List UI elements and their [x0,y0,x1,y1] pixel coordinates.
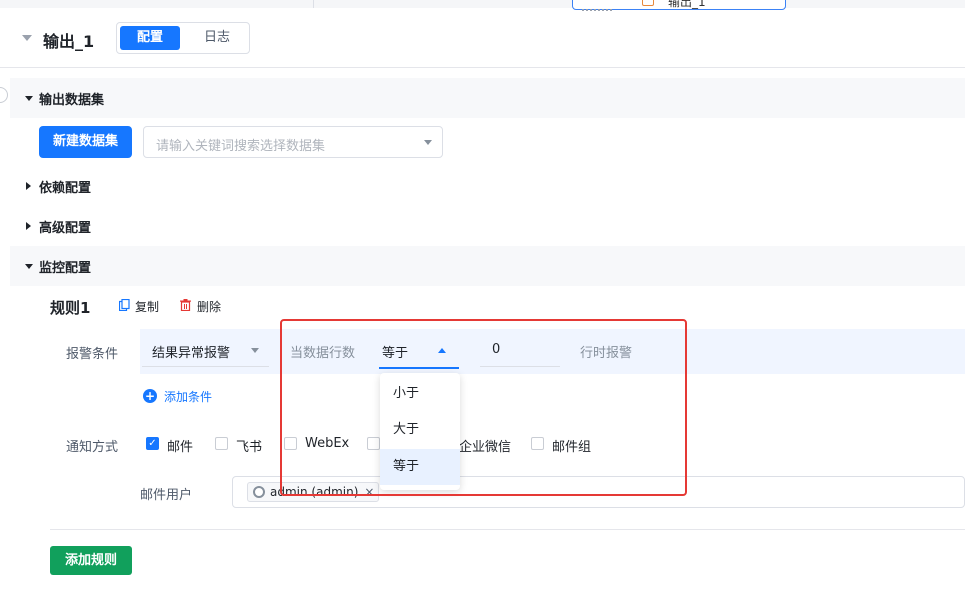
chevron-up-icon [438,348,446,353]
rule-divider [50,529,965,530]
condition-metric: 当数据行数 [290,346,356,361]
copy-button[interactable]: 复制 [135,298,159,315]
canvas-divider [313,0,314,8]
add-rule-button[interactable]: 添加规则 [50,546,132,575]
checkbox-webex-label[interactable]: WebEx [305,436,349,451]
caret-right-icon[interactable] [26,222,31,230]
checkbox-feishu-label[interactable]: 飞书 [236,436,262,455]
copy-icon[interactable] [119,299,130,311]
avatar [253,486,265,498]
checkbox-email-label[interactable]: 邮件 [167,436,193,455]
canvas-strip [0,0,965,8]
delete-button[interactable]: 删除 [197,298,221,315]
collapse-caret-icon[interactable] [22,35,32,41]
caret-down-icon[interactable] [25,96,33,101]
condition-type-select[interactable]: 结果异常报警 [142,335,269,367]
operator-dropdown: 小于 大于 等于 [380,373,460,490]
section-title-dependency[interactable]: 依赖配置 [39,177,91,196]
checkbox-mail-group[interactable] [531,437,544,450]
section-title-output-dataset: 输出数据集 [39,93,105,108]
canvas-node-label: 输出_1 [668,0,706,9]
checkbox-wecom-label[interactable]: 企业微信 [459,436,511,455]
rule-title: 规则1 [50,299,91,317]
user-tag-label: admin (admin) [270,485,359,499]
tab-log[interactable]: 日志 [187,26,247,50]
new-dataset-button[interactable]: 新建数据集 [39,126,132,158]
tab-config[interactable]: 配置 [120,26,180,50]
section-output-dataset-header[interactable] [10,78,965,118]
chevron-down-icon [251,348,259,353]
checkbox-mail-group-label[interactable]: 邮件组 [552,436,591,455]
section-title-monitor: 监控配置 [39,261,92,276]
threshold-value: 0 [492,342,501,357]
tab-group: 配置 日志 [116,22,250,54]
checkbox-webex[interactable] [284,437,297,450]
close-icon[interactable]: × [364,483,374,501]
condition-type-value: 结果异常报警 [152,346,231,361]
drag-handle-icon[interactable] [582,9,612,13]
chevron-down-icon [424,140,432,145]
output-node-icon [642,0,654,6]
caret-right-icon[interactable] [26,182,31,190]
panel-title: 输出_1 [43,32,95,51]
add-condition-button[interactable]: 添加条件 [164,388,212,405]
threshold-input[interactable]: 0 [480,335,560,367]
plus-circle-icon[interactable]: + [143,389,157,403]
caret-down-icon[interactable] [25,264,33,269]
notify-method-label: 通知方式 [66,440,119,455]
mail-users-label: 邮件用户 [140,488,193,503]
operator-value: 等于 [382,346,409,361]
operator-select[interactable]: 等于 [379,335,459,369]
trash-icon[interactable] [180,299,191,311]
mail-users-select[interactable]: admin (admin) × [232,476,965,508]
checkbox-wecom[interactable] [367,437,380,450]
dropdown-option-less[interactable]: 小于 [380,376,460,412]
dropdown-option-greater[interactable]: 大于 [380,412,460,448]
section-title-advanced[interactable]: 高级配置 [39,217,91,236]
condition-suffix: 行时报警 [580,346,633,361]
user-tag: admin (admin) × [247,482,380,502]
section-monitor-header[interactable] [10,246,965,286]
header-divider [0,67,965,68]
dataset-select[interactable]: 请输入关键词搜索选择数据集 [143,126,443,158]
dropdown-option-equal[interactable]: 等于 [380,449,460,485]
collapse-handle-icon[interactable] [0,87,8,103]
alarm-condition-label: 报警条件 [66,347,119,362]
dataset-select-placeholder: 请输入关键词搜索选择数据集 [156,139,326,154]
checkbox-feishu[interactable] [215,437,228,450]
checkbox-email[interactable]: ✓ [146,437,159,450]
